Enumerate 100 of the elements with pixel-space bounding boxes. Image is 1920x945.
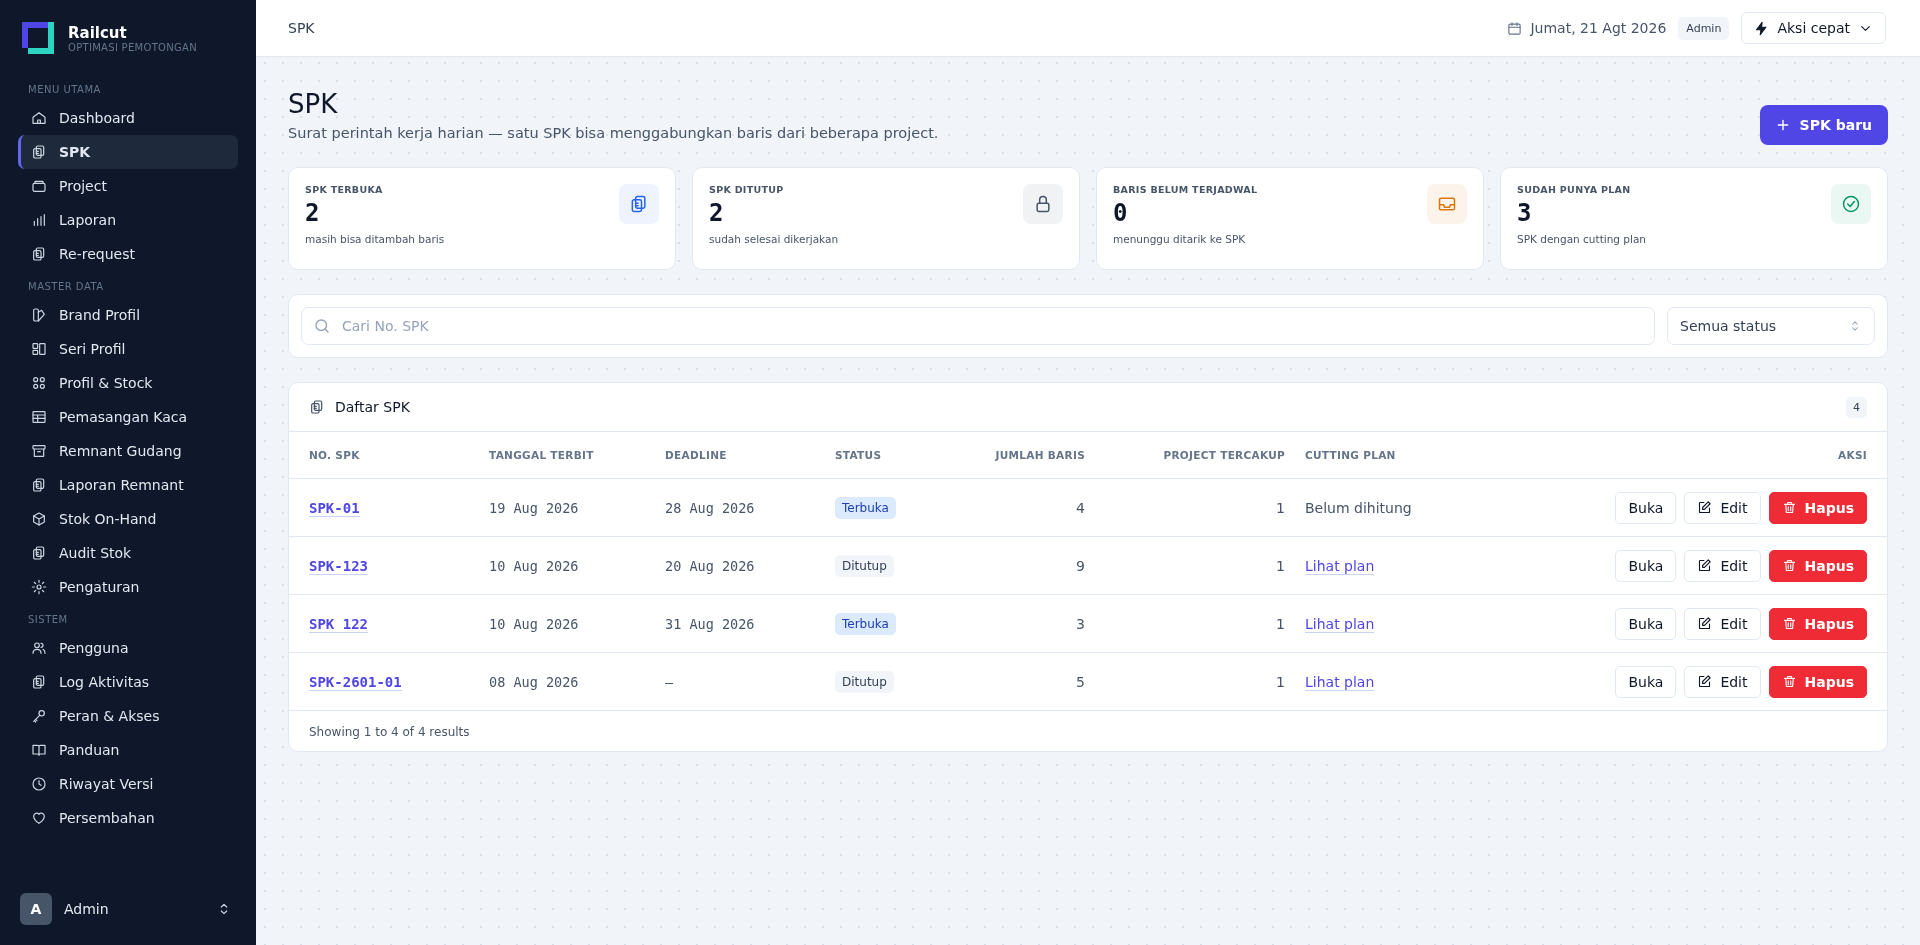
open-button[interactable]: Buka [1615, 491, 1677, 524]
check-circle-icon [1841, 194, 1861, 214]
table-cell: 1 [1276, 673, 1285, 690]
stat-label: SPK TERBUKA [305, 184, 384, 195]
sidebar-item[interactable]: Profil & Stock [18, 366, 238, 400]
book-icon [31, 742, 47, 758]
sidebar-item[interactable]: Peran & Akses [18, 699, 238, 733]
date-label: Jumat, 21 Agt 2026 [1530, 20, 1667, 36]
table-cell: — [665, 673, 674, 690]
delete-button[interactable]: Hapus [1768, 665, 1867, 698]
delete-button[interactable]: Hapus [1768, 607, 1867, 640]
layout-icon [31, 341, 47, 357]
column-header: STATUS [835, 449, 882, 461]
plan-link[interactable]: Lihat plan [1305, 615, 1375, 633]
column-header: DEADLINE [665, 449, 727, 461]
documents-icon [309, 399, 325, 415]
plan-link[interactable]: Lihat plan [1305, 557, 1375, 575]
open-button[interactable]: Buka [1615, 607, 1677, 640]
cube-icon [31, 511, 47, 527]
trash-icon [1781, 500, 1797, 515]
sidebar-item[interactable]: Project [18, 169, 238, 203]
table-cell: 20 Aug 2026 [665, 557, 755, 574]
sidebar-item[interactable]: Audit Stok [18, 536, 238, 570]
stat-value: 0 [1113, 199, 1129, 227]
table-cell: 19 Aug 2026 [489, 499, 579, 516]
stat-label: BARIS BELUM TERJADWAL [1113, 184, 1258, 195]
delete-button[interactable]: Hapus [1768, 549, 1867, 582]
sidebar-item[interactable]: Pemasangan Kaca [18, 400, 238, 434]
stat-label: SUDAH PUNYA PLAN [1517, 184, 1632, 195]
table-cell: 10 Aug 2026 [489, 557, 579, 574]
section-heading: SISTEM [28, 614, 69, 625]
search-field[interactable]: Cari No. SPK [301, 307, 1655, 345]
sidebar-item[interactable]: Brand Profil [18, 298, 238, 332]
table-cell: 1 [1276, 615, 1285, 632]
logo-icon [20, 20, 56, 56]
table-cell: 5 [1076, 673, 1085, 690]
archive-icon [31, 443, 47, 459]
stat-label: SPK DITUTUP [709, 184, 785, 195]
table-cell: 31 Aug 2026 [665, 615, 755, 632]
edit-icon [1697, 558, 1713, 573]
heart-icon [31, 810, 47, 826]
spk-link[interactable]: SPK-2601-01 [309, 673, 402, 691]
table-cell: 1 [1276, 499, 1285, 516]
breadcrumb: SPK [288, 20, 316, 36]
spk-link[interactable]: SPK-123 [309, 557, 368, 575]
swatch-icon [31, 307, 47, 323]
sidebar-item[interactable]: Persembahan [18, 801, 238, 835]
documents-icon [31, 246, 47, 262]
grid-icon [31, 375, 47, 391]
plan-link[interactable]: Lihat plan [1305, 673, 1375, 691]
sidebar-item[interactable]: Re-request [18, 237, 238, 271]
documents-icon [31, 144, 47, 160]
table-cell: 9 [1076, 557, 1085, 574]
stat-note: menunggu ditarik ke SPK [1113, 233, 1247, 245]
inbox-icon [1437, 194, 1457, 214]
clock-icon [31, 776, 47, 792]
trash-icon [1781, 674, 1797, 689]
sidebar-item[interactable]: Log Aktivitas [18, 665, 238, 699]
lock-icon [1033, 194, 1053, 214]
sidebar-item[interactable]: Stok On-Hand [18, 502, 238, 536]
column-header: CUTTING PLAN [1305, 449, 1396, 461]
column-header: TANGGAL TERBIT [489, 449, 594, 461]
edit-button[interactable]: Edit [1684, 607, 1761, 640]
sidebar-item[interactable]: Pengaturan [18, 570, 238, 604]
status-badge: Terbuka [835, 496, 896, 519]
bar-chart-icon [31, 212, 47, 228]
new-spk-button[interactable]: SPK baru [1759, 105, 1888, 145]
edit-button[interactable]: Edit [1684, 491, 1761, 524]
open-button[interactable]: Buka [1615, 665, 1677, 698]
sidebar-item[interactable]: Seri Profil [18, 332, 238, 366]
edit-button[interactable]: Edit [1684, 665, 1761, 698]
sidebar-item[interactable]: Riwayat Versi [18, 767, 238, 801]
table-cell: 28 Aug 2026 [665, 499, 755, 516]
sidebar-item[interactable]: Dashboard [18, 101, 238, 135]
quick-action-button[interactable]: Aksi cepat [1741, 12, 1886, 44]
sidebar-item[interactable]: Laporan [18, 203, 238, 237]
sidebar-item[interactable]: Panduan [18, 733, 238, 767]
status-select[interactable]: Semua status [1667, 307, 1875, 345]
calendar-icon [1507, 20, 1523, 36]
spk-link[interactable]: SPK-01 [309, 499, 360, 517]
edit-button[interactable]: Edit [1684, 549, 1761, 582]
table-cell: 10 Aug 2026 [489, 615, 579, 632]
delete-button[interactable]: Hapus [1768, 491, 1867, 524]
open-button[interactable]: Buka [1615, 549, 1677, 582]
sidebar-item[interactable]: Laporan Remnant [18, 468, 238, 502]
edit-icon [1697, 616, 1713, 631]
user-name: Admin [64, 901, 110, 917]
documents-icon [31, 477, 47, 493]
documents-icon [31, 674, 47, 690]
spk-link[interactable]: SPK 122 [309, 615, 368, 633]
stat-note: sudah selesai dikerjakan [709, 233, 839, 245]
documents-icon [31, 545, 47, 561]
stat-value: 2 [709, 199, 725, 227]
table-cell: 1 [1276, 557, 1285, 574]
sidebar-item[interactable]: Remnant Gudang [18, 434, 238, 468]
home-icon [31, 110, 47, 126]
sidebar-item[interactable]: SPK [18, 135, 238, 169]
sidebar-item[interactable]: Pengguna [18, 631, 238, 665]
key-icon [31, 708, 47, 724]
stat-note: masih bisa ditambah baris [305, 233, 445, 245]
